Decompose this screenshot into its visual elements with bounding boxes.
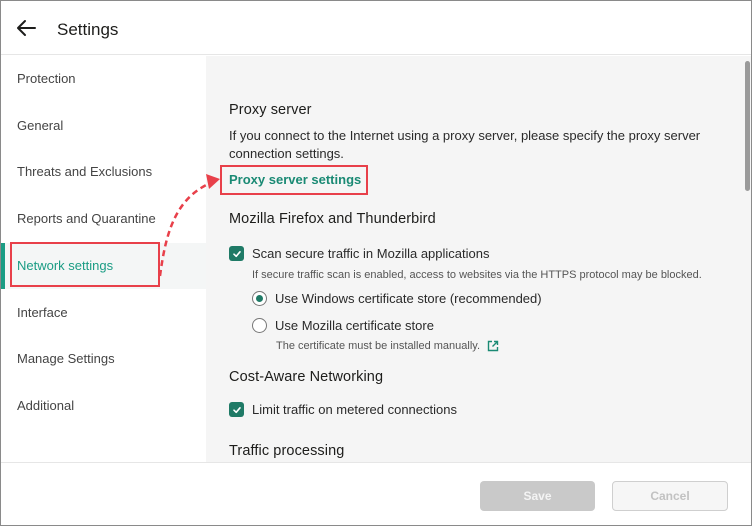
sidebar-item-additional[interactable]: Additional bbox=[1, 383, 206, 429]
header: Settings bbox=[1, 1, 751, 55]
limit-traffic-checkbox[interactable]: Limit traffic on metered connections bbox=[229, 402, 457, 417]
scan-secure-traffic-label: Scan secure traffic in Mozilla applicati… bbox=[252, 246, 490, 261]
sidebar-item-threats-and-exclusions[interactable]: Threats and Exclusions bbox=[1, 149, 206, 195]
sidebar-item-reports-and-quarantine[interactable]: Reports and Quarantine bbox=[1, 196, 206, 242]
mozilla-certificate-note-text: The certificate must be installed manual… bbox=[276, 340, 480, 352]
radio-selected-icon bbox=[252, 291, 267, 306]
mozilla-certificate-store-radio[interactable]: Use Mozilla certificate store bbox=[252, 318, 434, 333]
sidebar-item-interface[interactable]: Interface bbox=[1, 290, 206, 336]
proxy-server-settings-link[interactable]: Proxy server settings bbox=[229, 172, 361, 187]
traffic-processing-heading: Traffic processing bbox=[229, 443, 345, 459]
page-title: Settings bbox=[57, 20, 119, 39]
windows-certificate-store-label: Use Windows certificate store (recommend… bbox=[275, 291, 542, 306]
proxy-server-description: If you connect to the Internet using a p… bbox=[229, 128, 701, 161]
save-button[interactable]: Save bbox=[480, 481, 595, 511]
content-panel: Proxy server If you connect to the Inter… bbox=[206, 56, 751, 462]
scan-secure-traffic-note: If secure traffic scan is enabled, acces… bbox=[252, 269, 702, 281]
mozilla-certificate-store-label: Use Mozilla certificate store bbox=[275, 318, 434, 333]
sidebar-item-network-settings[interactable]: Network settings bbox=[1, 243, 206, 289]
settings-window: Settings Protection General Threats and … bbox=[0, 0, 752, 526]
external-link-icon[interactable] bbox=[487, 340, 499, 352]
proxy-server-heading: Proxy server bbox=[229, 102, 312, 118]
checkbox-checked-icon bbox=[229, 246, 244, 261]
checkbox-checked-icon bbox=[229, 402, 244, 417]
sidebar-item-protection[interactable]: Protection bbox=[1, 56, 206, 102]
back-button[interactable] bbox=[15, 18, 37, 38]
mozilla-certificate-note: The certificate must be installed manual… bbox=[276, 340, 499, 352]
sidebar: Protection General Threats and Exclusion… bbox=[1, 56, 206, 462]
windows-certificate-store-radio[interactable]: Use Windows certificate store (recommend… bbox=[252, 291, 542, 306]
content-scrollbar[interactable] bbox=[745, 61, 750, 191]
scan-secure-traffic-checkbox[interactable]: Scan secure traffic in Mozilla applicati… bbox=[229, 246, 490, 261]
cost-aware-networking-heading: Cost-Aware Networking bbox=[229, 369, 384, 385]
radio-unselected-icon bbox=[252, 318, 267, 333]
mozilla-heading: Mozilla Firefox and Thunderbird bbox=[229, 211, 436, 227]
footer: Save Cancel bbox=[1, 462, 751, 525]
sidebar-item-general[interactable]: General bbox=[1, 103, 206, 149]
sidebar-item-manage-settings[interactable]: Manage Settings bbox=[1, 336, 206, 382]
cancel-button[interactable]: Cancel bbox=[612, 481, 728, 511]
limit-traffic-label: Limit traffic on metered connections bbox=[252, 402, 457, 417]
arrow-left-icon bbox=[17, 20, 36, 36]
